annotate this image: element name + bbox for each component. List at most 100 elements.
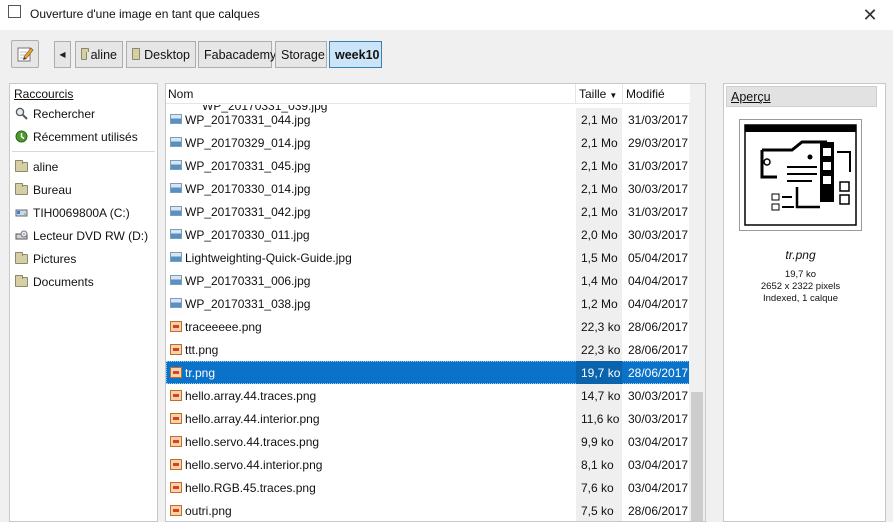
- table-row[interactable]: hello.array.44.interior.png 11,6 ko 30/03/…: [166, 407, 690, 430]
- title-bar: Ouverture d'une image en tant que calque…: [0, 0, 893, 30]
- png-file-icon: [170, 459, 182, 470]
- drive-icon: [15, 209, 28, 217]
- folder-icon: [15, 182, 28, 195]
- path-scroll-left-button[interactable]: ◀: [54, 41, 71, 68]
- search-icon: [15, 107, 28, 120]
- places-item-drive-c[interactable]: TIH0069800A (C:): [10, 201, 157, 224]
- file-name: WP_20170331_042.jpg: [185, 205, 311, 219]
- close-button[interactable]: ✕: [847, 0, 893, 30]
- file-modified: 31/03/2017: [628, 159, 689, 173]
- file-name: hello.array.44.traces.png: [185, 389, 317, 403]
- file-name: WP_20170331_038.jpg: [185, 297, 311, 311]
- preview-dimensions: 2652 x 2322 pixels: [760, 281, 841, 292]
- crumb-storage[interactable]: Storage: [275, 41, 327, 68]
- file-size: 11,6 ko: [576, 407, 622, 430]
- crumb-desktop[interactable]: Desktop: [126, 41, 196, 68]
- table-row[interactable]: traceeeee.png 22,3 ko 28/06/2017: [166, 315, 690, 338]
- table-row[interactable]: outri.png 7,5 ko 28/06/2017: [166, 499, 690, 521]
- table-row[interactable]: hello.servo.44.interior.png 8,1 ko 03/04/2…: [166, 453, 690, 476]
- table-row[interactable]: Lightweighting-Quick-Guide.jpg 1,5 Mo 05/0…: [166, 246, 690, 269]
- places-item-pictures[interactable]: Pictures: [10, 247, 157, 270]
- path-bar: ◀ aline Desktop Fabacademy Storage week1…: [0, 30, 893, 80]
- places-header: Raccourcis: [14, 87, 74, 101]
- file-rows: WP_20170331_044.jpg 2,1 Mo 31/03/2017 WP_20…: [166, 108, 690, 521]
- table-row[interactable]: WP_20170331_045.jpg 2,1 Mo 31/03/2017: [166, 154, 690, 177]
- folder-icon: [81, 47, 89, 60]
- dvd-icon: [15, 230, 28, 240]
- folder-icon: [15, 251, 28, 264]
- table-row[interactable]: hello.RGB.45.traces.png 7,6 ko 03/04/2017: [166, 476, 690, 499]
- image-file-icon: [170, 252, 182, 262]
- file-modified: 03/04/2017: [628, 458, 689, 472]
- file-name: WP_20170331_006.jpg: [185, 274, 311, 288]
- file-size: 2,1 Mo: [576, 154, 622, 177]
- places-item-recent[interactable]: Récemment utilisés: [10, 125, 157, 148]
- column-size[interactable]: Taille ▼: [579, 87, 617, 101]
- file-modified: 03/04/2017: [628, 435, 689, 449]
- file-size: 9,9 ko: [576, 430, 622, 453]
- crumb-fabacademy[interactable]: Fabacademy: [198, 41, 276, 68]
- column-separator[interactable]: [575, 84, 576, 104]
- type-location-button[interactable]: [11, 40, 39, 68]
- column-modified[interactable]: Modifié: [626, 87, 665, 101]
- file-name: hello.array.44.interior.png: [185, 412, 320, 426]
- crumb-aline[interactable]: aline: [75, 41, 123, 68]
- pcb-trace-thumbnail: [742, 122, 859, 228]
- file-name: WP_20170331_044.jpg: [185, 113, 311, 127]
- table-row[interactable]: WP_20170331_042.jpg 2,1 Mo 31/03/2017: [166, 200, 690, 223]
- file-name: WP_20170330_011.jpg: [185, 228, 310, 242]
- file-modified: 03/04/2017: [628, 481, 689, 495]
- image-file-icon: [170, 183, 182, 193]
- places-item-dvd-d[interactable]: Lecteur DVD RW (D:): [10, 224, 157, 247]
- column-name[interactable]: Nom: [168, 87, 193, 101]
- file-size: 7,5 ko: [576, 499, 622, 521]
- file-size: 2,0 Mo: [576, 223, 622, 246]
- column-separator[interactable]: [622, 84, 623, 104]
- table-row[interactable]: hello.array.44.traces.png 14,7 ko 30/03/20…: [166, 384, 690, 407]
- table-row[interactable]: WP_20170331_044.jpg 2,1 Mo 31/03/2017: [166, 108, 690, 131]
- crumb-week10[interactable]: week10: [329, 41, 382, 68]
- scrollbar-thumb[interactable]: [691, 392, 703, 521]
- window-icon: [8, 5, 21, 18]
- png-file-icon: [170, 344, 182, 355]
- table-row[interactable]: WP_20170330_011.jpg 2,0 Mo 30/03/2017: [166, 223, 690, 246]
- file-modified: 30/03/2017: [628, 182, 689, 196]
- preview-header[interactable]: Aperçu: [726, 86, 877, 107]
- table-row[interactable]: hello.servo.44.traces.png 9,9 ko 03/04/201…: [166, 430, 690, 453]
- file-name: WP_20170329_014.jpg: [185, 136, 311, 150]
- file-modified: 30/03/2017: [628, 412, 689, 426]
- file-size: 19,7 ko: [576, 361, 622, 384]
- places-item-aline[interactable]: aline: [10, 155, 157, 178]
- window-title: Ouverture d'une image en tant que calque…: [30, 7, 260, 21]
- table-row[interactable]: WP_20170330_014.jpg 2,1 Mo 30/03/2017: [166, 177, 690, 200]
- table-row[interactable]: WP_20170331_006.jpg 1,4 Mo 04/04/2017: [166, 269, 690, 292]
- file-size: 22,3 ko: [576, 315, 622, 338]
- file-modified: 30/03/2017: [628, 228, 689, 242]
- file-name: traceeeee.png: [185, 320, 262, 334]
- table-row[interactable]: WP_20170329_014.jpg 2,1 Mo 29/03/2017: [166, 131, 690, 154]
- png-file-icon: [170, 482, 182, 493]
- file-size: 8,1 ko: [576, 453, 622, 476]
- table-row[interactable]: ttt.png 22,3 ko 28/06/2017: [166, 338, 690, 361]
- places-item-documents[interactable]: Documents: [10, 270, 157, 293]
- file-name: outri.png: [185, 504, 232, 518]
- preview-panel: Aperçu tr.png 19,7 ko 2652 x 2322 pixels…: [723, 83, 886, 522]
- file-list-scrollbar[interactable]: [689, 84, 705, 521]
- file-modified: 31/03/2017: [628, 113, 689, 127]
- image-file-icon: [170, 206, 182, 216]
- table-row-selected[interactable]: tr.png 19,7 ko 28/06/2017: [166, 361, 690, 384]
- file-size: 14,7 ko: [576, 384, 622, 407]
- folder-icon: [132, 47, 141, 60]
- file-name: WP_20170331_045.jpg: [185, 159, 311, 173]
- places-item-search[interactable]: Rechercher: [10, 102, 157, 125]
- places-item-bureau[interactable]: Bureau: [10, 178, 157, 201]
- folder-icon: [15, 274, 28, 287]
- png-file-icon: [170, 413, 182, 424]
- image-file-icon: [170, 275, 182, 285]
- file-name: Lightweighting-Quick-Guide.jpg: [185, 251, 352, 265]
- file-modified: 28/06/2017: [628, 320, 689, 334]
- preview-filesize: 19,7 ko: [784, 269, 817, 280]
- pencil-icon: [17, 47, 34, 62]
- png-file-icon: [170, 321, 182, 332]
- table-row[interactable]: WP_20170331_038.jpg 1,2 Mo 04/04/2017: [166, 292, 690, 315]
